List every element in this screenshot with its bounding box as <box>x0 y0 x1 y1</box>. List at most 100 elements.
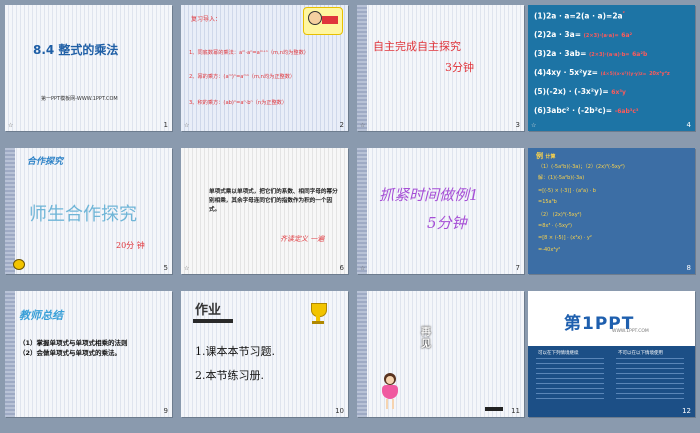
exercise-answer: ² <box>622 11 625 17</box>
slide-transition-icon: ☆ <box>8 122 14 129</box>
solution-line-3: =15a³b <box>538 199 557 205</box>
slide-transition-icon: ☆ <box>531 122 537 129</box>
info-col-left-body <box>536 358 604 402</box>
review-line-2: 2、幂的乘方：(aᵐ)ⁿ=aᵐⁿ（m,n均为正整数） <box>189 74 296 80</box>
exercise-row-4: (4)4xy · 5x²yz= (4×5)(x·x²)(y·y)z= 20x³y… <box>534 68 670 77</box>
slide-badge: 合作探究 <box>27 157 64 167</box>
exercise-answer: (2×3)·(a·a)·b= <box>588 52 630 58</box>
slide-title: 教师总结 <box>19 309 63 322</box>
solution-line-4: （2） (2x)³(-5xy²) <box>538 212 582 218</box>
slide-line-1: 抓紧时间做例1 <box>379 186 479 204</box>
brand-tagline: WWW.1PPT.COM <box>612 329 649 334</box>
slide-thumbnail-4[interactable]: (1)2a · a=2(a · a)=2a² (2)2a · 3a= (2×3)… <box>528 5 695 131</box>
exercise-row-3: (3)2a · 3ab= (2×3)·(a·a)·b= 6a²b <box>534 49 647 58</box>
example-panel: 例 计算 （1）(-5a²b)(-3a)；（2）(2x)³(-5xy²) 解：(… <box>534 151 691 269</box>
slide-left-band <box>357 291 367 417</box>
slide-left-band <box>5 148 15 274</box>
summary-line-1: （1）掌握单项式与单项式相乘的法则 <box>19 339 128 347</box>
slide-number: 10 <box>335 407 344 415</box>
slide-thumbnail-8[interactable]: 例 计算 （1）(-5a²b)(-3a)；（2）(2x)³(-5xy²) 解：(… <box>528 148 695 274</box>
slide-number: 3 <box>515 121 520 129</box>
exercise-answer: -6ab³c³ <box>614 108 639 115</box>
info-col-right-title: 不可以在以下情境使用 <box>618 351 663 356</box>
slide-transition-icon: ☆ <box>184 265 190 272</box>
slide-left-band <box>357 5 367 131</box>
exercise-question: (6)3abc² · (-2b²c)= <box>534 106 613 115</box>
definition-text: 单项式乘以单项式，把它们的系数、相同字母的幂分别相乘，其余字母连同它们的指数作为… <box>209 189 338 213</box>
slide-thumbnail-9[interactable]: 教师总结 （1）掌握单项式与单项式相乘的法则 （2）会做单项式与单项式的乘法。 … <box>5 291 172 417</box>
exercise-row-6: (6)3abc² · (-2b²c)= -6ab³c³ <box>534 106 639 115</box>
girl-cartoon-image <box>379 373 401 411</box>
exercise-result: 6a²b <box>632 51 648 58</box>
slide-thumbnail-2[interactable]: 复习导入： 1、同底数幂的乘法：aᵐ·aⁿ=aᵐ⁺ⁿ（m,n均为整数） 2、幂的… <box>181 5 348 131</box>
summary-line-2: （2）会做单项式与单项式的乘法。 <box>19 349 122 357</box>
slide-title: 8.4 整式的乘法 <box>33 43 119 57</box>
slide-thumbnail-12[interactable]: 第1PPT WWW.1PPT.COM 可以在下列情境继续 不可以在以下情境使用 … <box>528 291 695 417</box>
slide-number: 8 <box>686 264 691 272</box>
info-col-left-title: 可以在下列情境继续 <box>538 351 579 356</box>
exercise-question: (4)4xy · 5x²yz= <box>534 68 598 77</box>
slide-line-2: 3分钟 <box>445 61 474 74</box>
homework-line-2: 2.本节练习册. <box>195 369 264 382</box>
exercise-row-2: (2)2a · 3a= (2×3)·(a·a)= 6a² <box>534 30 632 39</box>
slide-number: 7 <box>515 264 520 272</box>
slide-thumbnail-7[interactable]: 抓紧时间做例1 5分钟 ☆ 7 <box>357 148 524 274</box>
slide-background <box>5 5 172 131</box>
media-controls <box>485 407 503 411</box>
solution-line-1: 解：(1)(-5a²b)(-3a) <box>538 175 585 181</box>
info-col-right-body <box>616 358 684 402</box>
slide-transition-icon: ☆ <box>360 265 366 272</box>
cartoon-image <box>303 7 343 35</box>
review-line-3: 3、积的乘方：(ab)ⁿ=aⁿ·bⁿ（n为正整数） <box>189 100 288 106</box>
slide-heading: 复习导入： <box>191 16 222 23</box>
exercise-answer: 6x³y <box>611 89 626 96</box>
slide-number: 1 <box>163 121 168 129</box>
exercise-row-1: (1)2a · a=2(a · a)=2a² <box>534 11 625 21</box>
slide-thumbnail-11[interactable]: 再见 11 <box>357 291 524 417</box>
solution-line-5: =8x³ · (-5xy²) <box>538 223 572 229</box>
slide-number: 4 <box>686 121 691 129</box>
info-panel: 可以在下列情境继续 不可以在以下情境使用 <box>528 346 695 417</box>
slide-left-band <box>5 291 15 417</box>
slide-thumbnail-1[interactable]: 8.4 整式的乘法 第一PPT模板网-WWW.1PPT.COM ☆ 1 <box>5 5 172 131</box>
solution-line-7: =-40x⁴y² <box>538 247 561 253</box>
slide-time: 20分 钟 <box>116 241 145 250</box>
slide-thumbnail-5[interactable]: 合作探究 师生合作探究 20分 钟 5 <box>5 148 172 274</box>
slide-number: 6 <box>339 264 344 272</box>
solution-line-6: =[8 × (-5)] · (x³x) · y² <box>538 235 592 241</box>
solution-line-2: =[(-5) × (-3)] · (a²a) · b <box>538 188 596 194</box>
exercise-row-5: (5)(-2x) · (-3x²y)= 6x³y <box>534 87 626 96</box>
slide-title: 作业 <box>195 303 222 318</box>
exercise-answer: (4×5)(x·x²)(y·y)z= <box>600 72 647 77</box>
slide-thumbnail-6[interactable]: 单项式乘以单项式，把它们的系数、相同字母的幂分别相乘，其余字母连同它们的指数作为… <box>181 148 348 274</box>
trophy-icon <box>309 303 327 325</box>
slide-sorter-grid: 8.4 整式的乘法 第一PPT模板网-WWW.1PPT.COM ☆ 1 复习导入… <box>0 0 700 433</box>
slide-number: 9 <box>163 407 168 415</box>
review-line-1: 1、同底数幂的乘法：aᵐ·aⁿ=aᵐ⁺ⁿ（m,n均为整数） <box>189 50 309 56</box>
slide-left-band <box>357 148 367 274</box>
slide-thumbnail-10[interactable]: 作业 1.课本本节习题. 2.本节练习册. 10 <box>181 291 348 417</box>
slide-title: 师生合作探究 <box>29 204 137 225</box>
slide-title-underline <box>193 319 233 323</box>
slide-footer: 第一PPT模板网-WWW.1PPT.COM <box>41 96 118 102</box>
example-question: （1）(-5a²b)(-3a)；（2）(2x)³(-5xy²) <box>538 164 625 170</box>
handwritten-note: 齐读定义 一遍 <box>280 235 325 243</box>
example-heading: 计算 <box>545 154 556 160</box>
exercise-question: (1)2a · a=2(a · a)=2a <box>534 11 623 21</box>
exercise-result: 6a² <box>621 32 633 39</box>
slide-background <box>357 5 524 131</box>
slide-background <box>357 148 524 274</box>
slide-line-2: 5分钟 <box>427 214 467 232</box>
slide-number: 12 <box>682 407 691 415</box>
slide-number: 11 <box>511 407 520 415</box>
slide-number: 5 <box>163 264 168 272</box>
exercise-result: 20x³y²z <box>649 71 670 77</box>
slide-transition-icon: ☆ <box>184 122 190 129</box>
example-label: 例 计算 <box>536 151 555 161</box>
homework-line-1: 1.课本本节习题. <box>195 345 275 358</box>
clock-icon <box>13 259 25 270</box>
slide-thumbnail-3[interactable]: 自主完成自主探究 3分钟 ☆ 3 <box>357 5 524 131</box>
example-mark: 例 <box>536 152 543 160</box>
exercise-question: (5)(-2x) · (-3x²y)= <box>534 87 609 96</box>
slide-line-1: 自主完成自主探究 <box>373 40 461 53</box>
